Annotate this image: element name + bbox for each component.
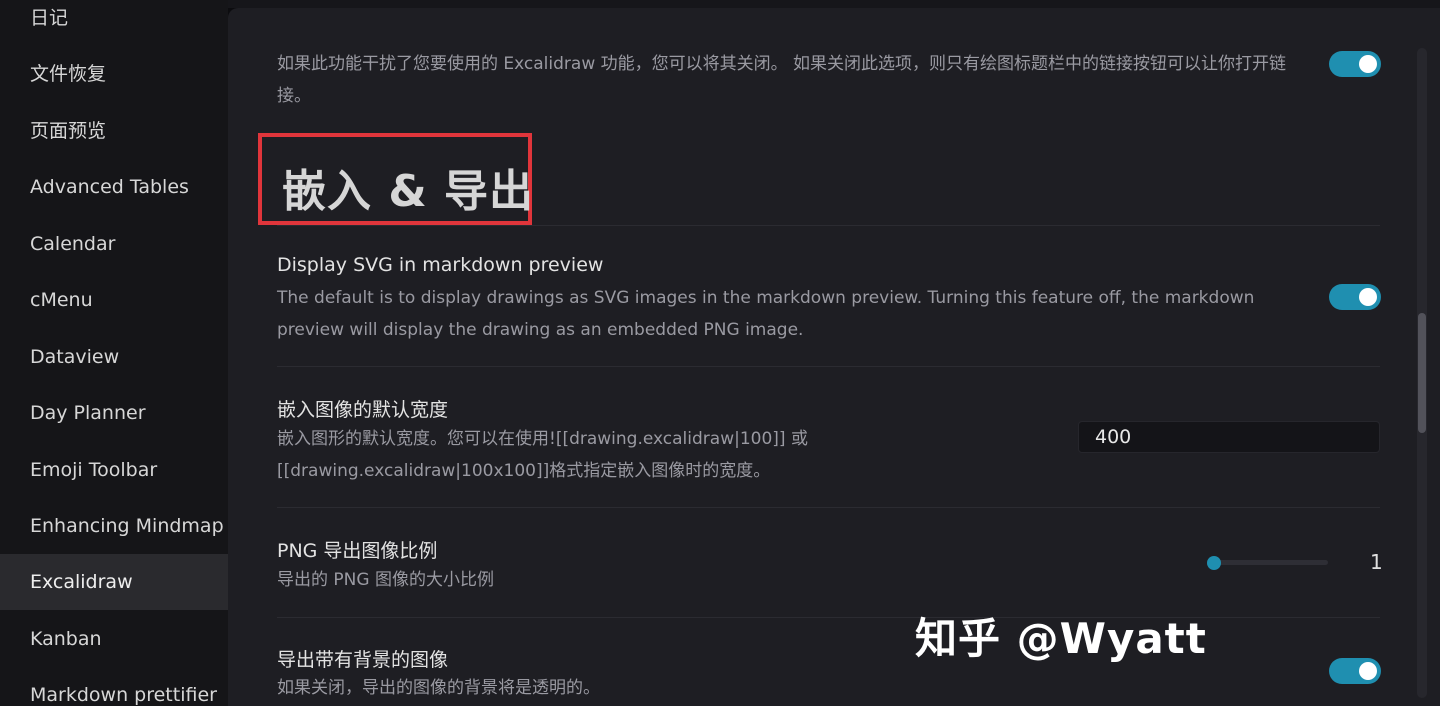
top-strip-segment <box>206 0 1440 8</box>
embed-width-input[interactable]: 400 <box>1078 421 1380 453</box>
sidebar-item-enhancing-mindmap[interactable]: Enhancing Mindmap <box>0 498 228 554</box>
divider <box>277 225 1380 226</box>
highlight-box: 嵌入 & 导出 <box>258 133 535 225</box>
sidebar-item-advanced-tables[interactable]: Advanced Tables <box>0 159 228 215</box>
export-background-description: 如果关闭，导出的图像的背景将是透明的。 <box>277 678 600 698</box>
embed-width-description: 嵌入图形的默认宽度。您可以在使用![[drawing.excalidraw|10… <box>277 429 808 481</box>
divider <box>277 507 1380 508</box>
toggle-knob <box>1359 55 1377 73</box>
png-scale-value: 1 <box>1370 550 1383 574</box>
display-svg-name: Display SVG in markdown preview <box>277 254 604 276</box>
divider <box>277 366 1380 367</box>
sidebar-item-diary[interactable]: 日记 <box>0 0 228 46</box>
sidebar-item-excalidraw[interactable]: Excalidraw <box>0 554 228 610</box>
content-scrollbar-thumb[interactable] <box>1418 313 1426 433</box>
display-svg-toggle[interactable] <box>1329 284 1381 310</box>
settings-content: 如果此功能干扰了您要使用的 Excalidraw 功能，您可以将其关闭。 如果关… <box>228 8 1440 706</box>
png-scale-slider-track[interactable] <box>1208 560 1328 565</box>
embed-width-name: 嵌入图像的默认宽度 <box>277 399 449 421</box>
sidebar-item-emoji-toolbar[interactable]: Emoji Toolbar <box>0 442 228 498</box>
sidebar-item-file-recovery[interactable]: 文件恢复 <box>0 46 228 102</box>
sidebar-item-cmenu[interactable]: cMenu <box>0 272 228 328</box>
sidebar-item-day-planner[interactable]: Day Planner <box>0 385 228 441</box>
display-svg-description: The default is to display drawings as SV… <box>277 288 1255 340</box>
export-background-name: 导出带有背景的图像 <box>277 649 449 671</box>
sidebar-item-markdown-prettifier[interactable]: Markdown prettifier <box>0 667 228 706</box>
section-heading: 嵌入 & 导出 <box>282 166 535 217</box>
png-scale-slider-thumb[interactable] <box>1207 556 1221 570</box>
sidebar-item-page-preview[interactable]: 页面预览 <box>0 103 228 159</box>
sidebar-item-calendar[interactable]: Calendar <box>0 216 228 272</box>
watermark: 知乎 @Wyatt <box>915 614 1207 663</box>
sidebar-item-dataview[interactable]: Dataview <box>0 329 228 385</box>
toggle-knob <box>1359 288 1377 306</box>
link-toggle[interactable] <box>1329 51 1381 77</box>
divider <box>277 617 1380 618</box>
sidebar-item-kanban[interactable]: Kanban <box>0 611 228 667</box>
png-scale-name: PNG 导出图像比例 <box>277 540 438 562</box>
settings-sidebar: 日记 文件恢复 页面预览 Advanced Tables Calendar cM… <box>0 0 228 706</box>
toggle-knob <box>1359 662 1377 680</box>
link-toggle-description: 如果此功能干扰了您要使用的 Excalidraw 功能，您可以将其关闭。 如果关… <box>277 54 1287 106</box>
png-scale-description: 导出的 PNG 图像的大小比例 <box>277 570 494 590</box>
export-background-toggle[interactable] <box>1329 658 1381 684</box>
